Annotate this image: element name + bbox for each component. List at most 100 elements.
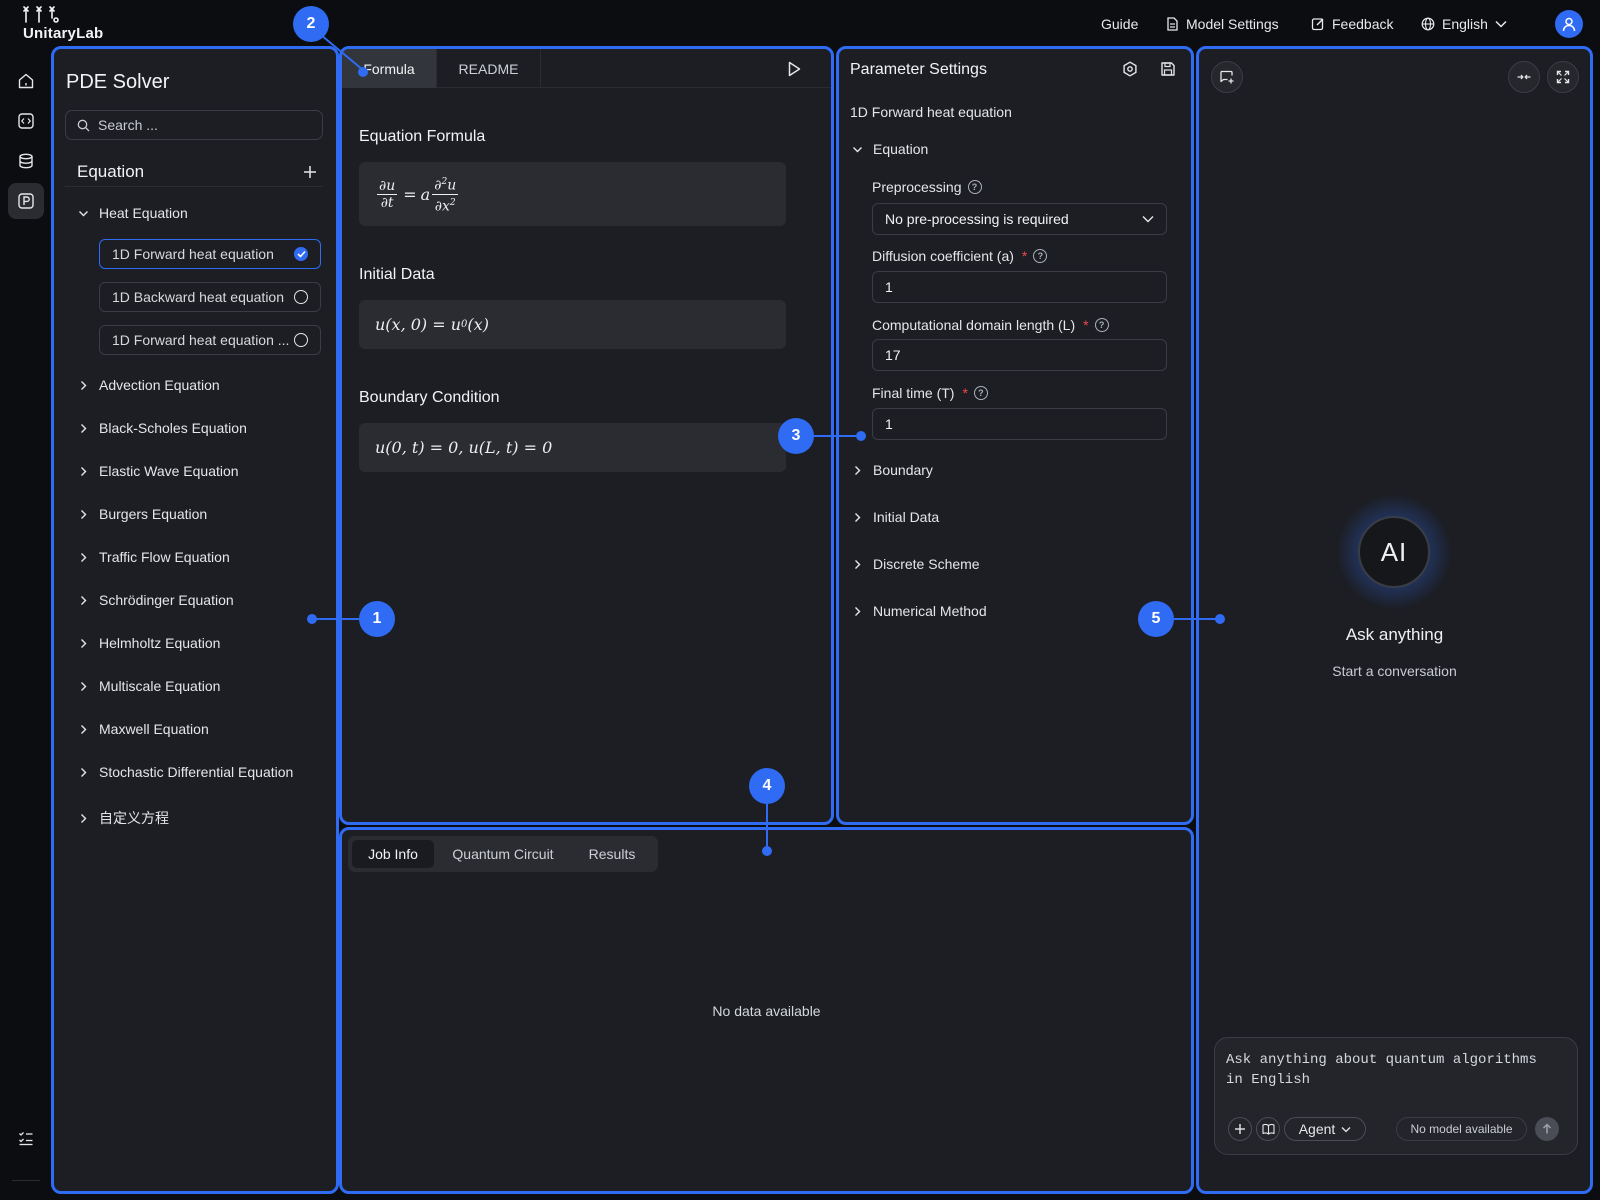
settings-icon[interactable] <box>1122 61 1138 77</box>
tree-item-stochastic[interactable]: Stochastic Differential Equation <box>78 759 293 785</box>
model-settings-link[interactable]: Model Settings <box>1166 13 1279 35</box>
tree-item-black-scholes[interactable]: Black-Scholes Equation <box>78 415 247 441</box>
equation-option-label: 1D Backward heat equation <box>112 289 284 305</box>
book-icon[interactable] <box>1256 1117 1280 1141</box>
callout-leader <box>311 618 359 620</box>
pde-solver-icon[interactable] <box>8 183 44 219</box>
run-icon[interactable] <box>784 59 804 79</box>
callout-dot <box>856 431 866 441</box>
model-settings-label: Model Settings <box>1186 16 1279 32</box>
callout-badge-2: 2 <box>293 6 329 42</box>
agent-mode-select[interactable]: Agent <box>1284 1117 1366 1141</box>
tree-item-elastic-wave[interactable]: Elastic Wave Equation <box>78 458 239 484</box>
group-numerical-method[interactable]: Numerical Method <box>852 600 987 622</box>
chevron-right-icon <box>78 509 89 520</box>
initial-data-formula: u(x, 0) = u 0 (x) <box>359 300 786 349</box>
ai-assistant-panel: AI Ask anything Start a conversation Age… <box>1196 46 1593 1194</box>
equation-option-1d-forward-alt[interactable]: 1D Forward heat equation ... <box>99 325 321 355</box>
feedback-link[interactable]: Feedback <box>1311 13 1393 35</box>
tree-item-heat-equation[interactable]: Heat Equation <box>78 200 188 226</box>
tree-item-maxwell[interactable]: Maxwell Equation <box>78 716 209 742</box>
home-icon[interactable] <box>8 63 44 99</box>
user-avatar[interactable] <box>1555 10 1583 38</box>
callout-badge-4: 4 <box>749 768 785 804</box>
equation-option-label: 1D Forward heat equation <box>112 246 274 262</box>
collapse-icon[interactable] <box>1508 61 1540 93</box>
tab-quantum-circuit[interactable]: Quantum Circuit <box>438 840 568 868</box>
language-selector[interactable]: English <box>1421 13 1507 35</box>
tree-item-multiscale[interactable]: Multiscale Equation <box>78 673 220 699</box>
save-icon[interactable] <box>1160 61 1176 77</box>
chevron-right-icon <box>78 724 89 735</box>
group-discrete-scheme[interactable]: Discrete Scheme <box>852 553 980 575</box>
chevron-right-icon <box>852 606 863 617</box>
group-label: Equation <box>873 141 929 157</box>
equation-option-1d-backward[interactable]: 1D Backward heat equation <box>99 282 321 312</box>
tree-item-helmholtz[interactable]: Helmholtz Equation <box>78 630 220 656</box>
tree-item-label: Multiscale Equation <box>99 678 221 694</box>
chevron-right-icon <box>78 681 89 692</box>
add-attachment-icon[interactable] <box>1228 1117 1252 1141</box>
left-rail <box>0 48 52 1200</box>
tasks-icon[interactable] <box>8 1120 44 1156</box>
results-tabs: Job Info Quantum Circuit Results <box>348 836 658 872</box>
help-icon[interactable]: ? <box>973 386 988 400</box>
database-icon[interactable] <box>8 143 44 179</box>
model-status-badge[interactable]: No model available <box>1396 1117 1527 1141</box>
group-boundary[interactable]: Boundary <box>852 459 933 481</box>
preprocessing-label: Preprocessing ? <box>872 177 982 197</box>
callout-badge-3: 3 <box>778 418 814 454</box>
chat-input[interactable] <box>1226 1050 1556 1094</box>
add-icon[interactable] <box>303 165 317 179</box>
chevron-right-icon <box>78 423 89 434</box>
tab-results[interactable]: Results <box>570 840 654 868</box>
tree-item-label: 自定义方程 <box>99 810 169 826</box>
panel-title: Parameter Settings <box>850 61 987 78</box>
send-icon[interactable] <box>1535 1117 1559 1141</box>
group-label: Numerical Method <box>873 603 987 619</box>
equation-option-1d-forward[interactable]: 1D Forward heat equation <box>99 239 321 269</box>
group-initial-data[interactable]: Initial Data <box>852 506 939 528</box>
help-icon[interactable]: ? <box>967 180 982 194</box>
final-time-input[interactable] <box>872 408 1167 440</box>
help-icon[interactable]: ? <box>1033 249 1048 263</box>
rail-divider <box>12 1180 40 1181</box>
search-box[interactable] <box>65 110 323 140</box>
search-input[interactable] <box>98 117 308 133</box>
callout-dot <box>762 846 772 856</box>
group-equation[interactable]: Equation <box>852 138 928 160</box>
globe-icon <box>1421 17 1435 31</box>
fullscreen-icon[interactable] <box>1547 61 1579 93</box>
diffusion-coefficient-label: Diffusion coefficient (a) * ? <box>872 246 1048 266</box>
editor-tabs: Formula README <box>342 49 831 88</box>
selected-equation-name: 1D Forward heat equation <box>850 104 1012 120</box>
new-chat-icon[interactable] <box>1211 61 1243 93</box>
tree-item-traffic-flow[interactable]: Traffic Flow Equation <box>78 544 230 570</box>
chevron-down-icon <box>852 144 863 155</box>
tree-item-schrodinger[interactable]: Schrödinger Equation <box>78 587 234 613</box>
tree-item-advection[interactable]: Advection Equation <box>78 372 220 398</box>
chevron-right-icon <box>78 595 89 606</box>
formula-lhs: ∂u ∂t <box>377 177 398 211</box>
chevron-down-icon <box>1495 20 1507 28</box>
tree-item-custom-equation[interactable]: 自定义方程 <box>78 805 169 831</box>
equation-option-label: 1D Forward heat equation ... <box>112 332 290 348</box>
diffusion-coefficient-input[interactable] <box>872 271 1167 303</box>
user-icon <box>1561 16 1577 32</box>
tab-job-info[interactable]: Job Info <box>352 840 434 868</box>
radio-icon <box>294 290 308 304</box>
boundary-condition-title: Boundary Condition <box>359 389 500 406</box>
help-icon[interactable]: ? <box>1094 318 1109 332</box>
guide-link[interactable]: Guide <box>1101 13 1138 35</box>
initial-data-title: Initial Data <box>359 266 435 283</box>
empty-state-text: No data available <box>712 1003 821 1019</box>
domain-length-input[interactable] <box>872 339 1167 371</box>
chevron-right-icon <box>78 638 89 649</box>
equation-formula-title: Equation Formula <box>359 128 486 145</box>
tree-item-label: Elastic Wave Equation <box>99 463 239 479</box>
document-icon <box>1166 17 1179 31</box>
code-icon[interactable] <box>8 103 44 139</box>
tab-readme[interactable]: README <box>437 49 541 88</box>
preprocessing-select[interactable]: No pre-processing is required <box>872 203 1167 235</box>
tree-item-burgers[interactable]: Burgers Equation <box>78 501 207 527</box>
